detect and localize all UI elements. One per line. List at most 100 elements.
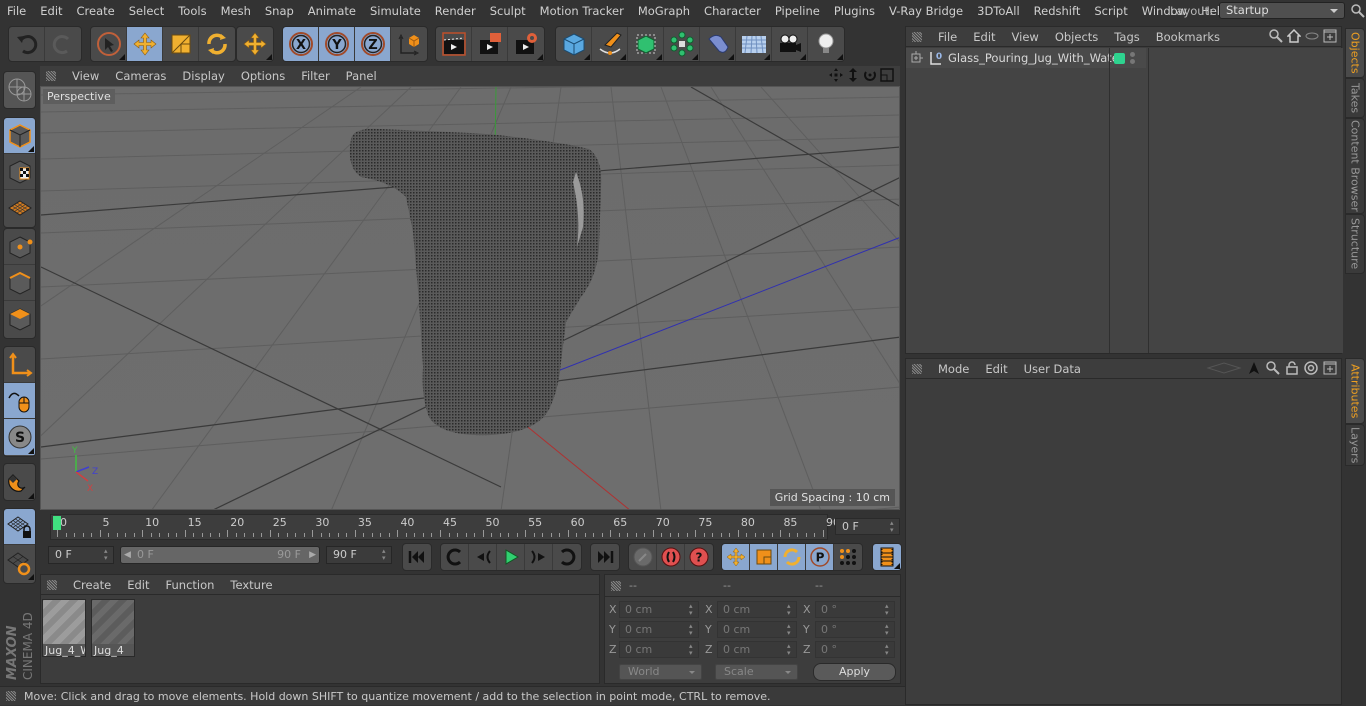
objects-menu-objects[interactable]: Objects [1047, 30, 1106, 44]
panel-grip-icon[interactable] [912, 31, 922, 42]
keyframe-selection-button[interactable]: ? [685, 544, 713, 570]
size-z-field[interactable]: 0 cm [717, 641, 797, 658]
undo-button[interactable] [9, 27, 45, 61]
menu-pipeline[interactable]: Pipeline [768, 4, 827, 18]
search-icon[interactable] [1266, 361, 1280, 375]
coordinate-mode-dropdown[interactable]: World [619, 664, 702, 680]
layout-dropdown[interactable]: Startup [1218, 2, 1345, 19]
menu-tools[interactable]: Tools [171, 4, 213, 18]
tab-content-browser[interactable]: Content Browser [1345, 118, 1365, 214]
target-icon[interactable] [1304, 361, 1318, 375]
menu-file[interactable]: File [0, 4, 33, 18]
menu-3dtoall[interactable]: 3DToAll [970, 4, 1027, 18]
model-mode-button[interactable] [4, 118, 35, 154]
timeline-ruler[interactable]: 0 5 10 15 20 25 30 35 40 45 50 55 60 65 70 75 80 85 90 [50, 514, 840, 540]
play-button[interactable] [497, 544, 525, 570]
menu-mesh[interactable]: Mesh [214, 4, 258, 18]
tab-attributes[interactable]: Attributes [1345, 358, 1365, 424]
material-menu-create[interactable]: Create [65, 578, 119, 592]
attributes-menu-user-data[interactable]: User Data [1016, 362, 1089, 376]
parameter-key-button[interactable]: P [806, 544, 834, 570]
points-mode-button[interactable] [4, 229, 35, 265]
menu-render[interactable]: Render [428, 4, 483, 18]
timeline-window-button[interactable] [873, 544, 901, 570]
menu-sculpt[interactable]: Sculpt [483, 4, 533, 18]
autokeying-button[interactable] [657, 544, 685, 570]
menu-redshift[interactable]: Redshift [1027, 4, 1088, 18]
tab-structure[interactable]: Structure [1345, 214, 1365, 274]
new-window-icon[interactable] [1323, 361, 1337, 375]
viewport-menu-filter[interactable]: Filter [293, 69, 337, 83]
toggle-icon[interactable] [1305, 29, 1319, 43]
objects-menu-edit[interactable]: Edit [965, 30, 1003, 44]
deformer-button[interactable] [700, 27, 736, 61]
menu-mograph[interactable]: MoGraph [631, 4, 697, 18]
panel-grip-icon[interactable] [611, 580, 621, 591]
object-name[interactable]: Glass_Pouring_Jug_With_Water [948, 51, 1124, 65]
material-item[interactable]: Jug_4 [91, 599, 135, 657]
range-right-arrow-icon[interactable]: ▶ [309, 547, 316, 563]
goto-previous-key-button[interactable] [441, 544, 469, 570]
frame-range-slider[interactable]: ◀ 0 F 90 F ▶ [120, 546, 320, 564]
light-button[interactable] [808, 27, 844, 61]
camera-button[interactable] [772, 27, 808, 61]
objects-menu-bookmarks[interactable]: Bookmarks [1148, 30, 1228, 44]
cube-button[interactable] [556, 27, 592, 61]
menu-create[interactable]: Create [70, 4, 122, 18]
next-frame-button[interactable] [525, 544, 553, 570]
rotation-key-button[interactable] [778, 544, 806, 570]
layer-color-swatch[interactable] [1114, 53, 1125, 64]
material-menu-function[interactable]: Function [158, 578, 223, 592]
enable-axis-button[interactable] [4, 347, 35, 383]
render-visibility-dot[interactable] [1130, 59, 1135, 64]
zoom-view-icon[interactable] [846, 68, 860, 82]
goto-next-key-button[interactable] [553, 544, 581, 570]
orbit-icon[interactable] [863, 68, 877, 82]
viewport-menu-cameras[interactable]: Cameras [107, 69, 174, 83]
objects-menu-file[interactable]: File [930, 30, 965, 44]
history-arrows-icon[interactable] [1206, 361, 1242, 375]
cloner-button[interactable] [664, 27, 700, 61]
render-picture-viewer-button[interactable] [472, 27, 508, 61]
planar-workplane-button[interactable] [4, 545, 35, 581]
goto-start-button[interactable] [403, 544, 431, 570]
playhead[interactable] [53, 516, 61, 530]
z-axis-button[interactable]: Z [355, 27, 391, 61]
tab-layers[interactable]: Layers [1345, 424, 1365, 466]
start-frame-field[interactable]: 0 F [48, 546, 114, 564]
floor-button[interactable] [736, 27, 772, 61]
tab-objects[interactable]: Objects [1345, 28, 1365, 78]
viewport-menu-view[interactable]: View [64, 69, 107, 83]
subdivision-button[interactable] [628, 27, 664, 61]
viewport-menu-options[interactable]: Options [233, 69, 293, 83]
menu-animate[interactable]: Animate [301, 4, 363, 18]
render-view-button[interactable] [436, 27, 472, 61]
panel-grip-icon[interactable] [912, 363, 922, 374]
lock-workplane-button[interactable] [4, 509, 35, 545]
x-axis-button[interactable]: X [283, 27, 319, 61]
panel-grip-icon[interactable] [46, 71, 56, 81]
tweak-mode-button[interactable] [4, 383, 35, 419]
rotate-tool-button[interactable] [199, 27, 235, 61]
menu-character[interactable]: Character [697, 4, 768, 18]
live-selection-button[interactable] [91, 27, 127, 61]
menu-plugins[interactable]: Plugins [827, 4, 882, 18]
tab-takes[interactable]: Takes [1345, 78, 1365, 118]
recent-tools-button[interactable] [237, 27, 273, 61]
objects-menu-tags[interactable]: Tags [1106, 30, 1147, 44]
size-y-field[interactable]: 0 cm [717, 621, 797, 638]
size-x-field[interactable]: 0 cm [717, 601, 797, 618]
range-left-arrow-icon[interactable]: ◀ [124, 547, 131, 563]
menu-select[interactable]: Select [122, 4, 171, 18]
apply-button[interactable]: Apply [813, 663, 896, 681]
cursor-up-icon[interactable] [1247, 361, 1261, 375]
make-editable-button[interactable] [4, 72, 35, 108]
editor-visibility-dot[interactable] [1130, 52, 1135, 57]
menu-edit[interactable]: Edit [33, 4, 69, 18]
viewport-menu-display[interactable]: Display [174, 69, 232, 83]
pan-icon[interactable] [829, 68, 843, 82]
viewport-menu-panel[interactable]: Panel [338, 69, 385, 83]
redo-button[interactable] [45, 27, 81, 61]
position-x-field[interactable]: 0 cm [619, 601, 699, 618]
snap-button[interactable] [4, 464, 35, 500]
